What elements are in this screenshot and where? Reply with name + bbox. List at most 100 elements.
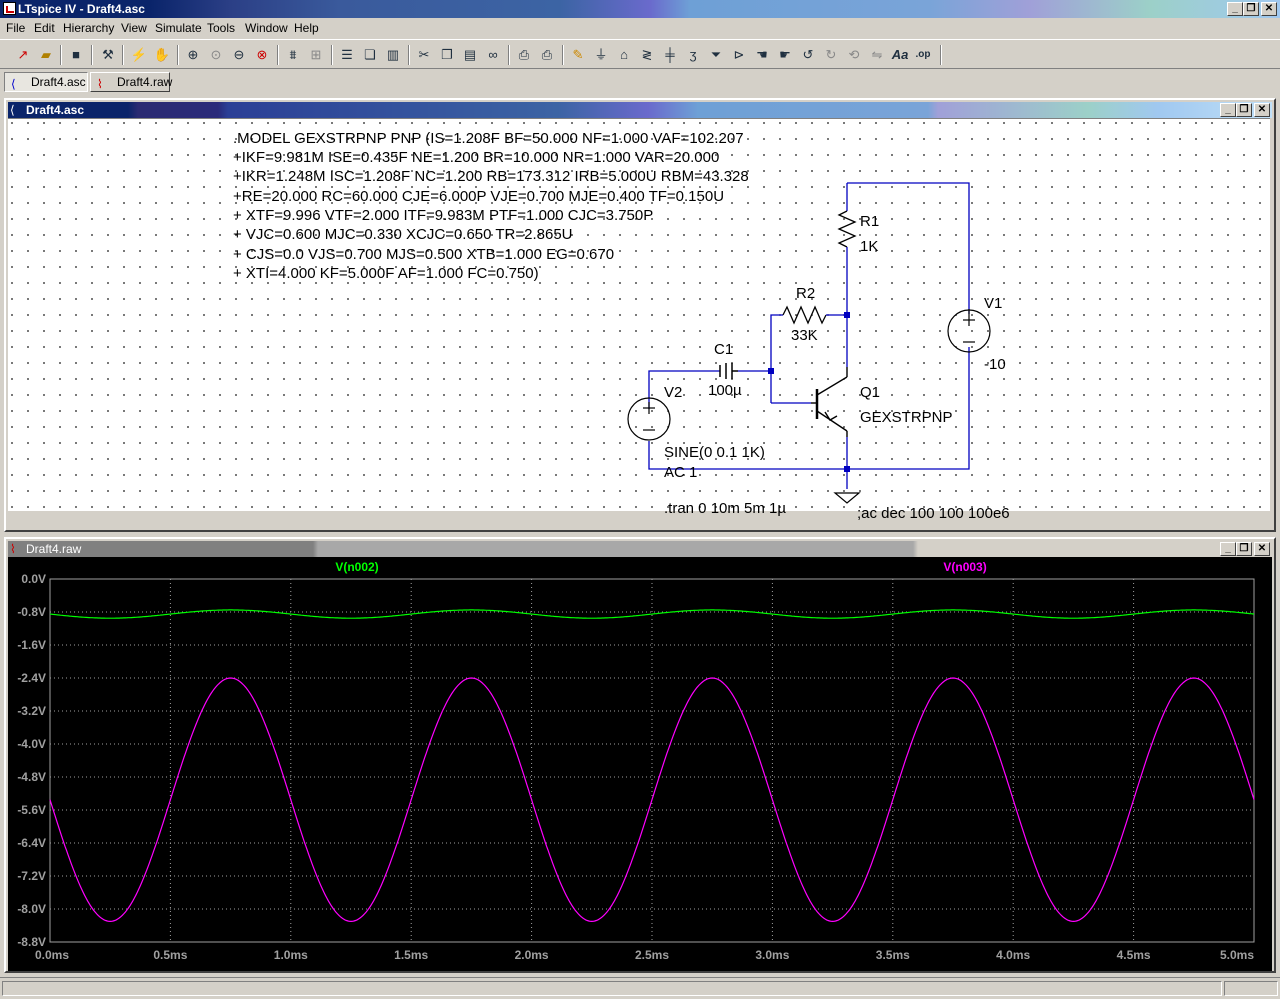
app-title-bar[interactable]: LTspice IV - Draft4.asc _ ❐ ✕: [0, 0, 1280, 18]
r2-name-label[interactable]: R2: [796, 285, 815, 302]
label-net-icon[interactable]: ⌂: [615, 46, 633, 64]
c1-value-label[interactable]: 100µ: [708, 382, 742, 399]
resistor-icon[interactable]: ≷: [638, 46, 656, 64]
waveform-close-button[interactable]: ✕: [1254, 542, 1270, 556]
ground-icon[interactable]: ⏚: [592, 46, 610, 64]
resistor-r2-symbol: [782, 305, 827, 325]
zoom-in-icon[interactable]: ⊕: [184, 46, 202, 64]
move-hand-icon[interactable]: ☚: [753, 46, 771, 64]
waveform-minimize-button[interactable]: _: [1220, 542, 1236, 556]
v2-value-label[interactable]: SINE(0 0.1 1K): [664, 444, 765, 461]
mirror-icon[interactable]: ⇋: [868, 46, 886, 64]
circuit-diagram[interactable]: [8, 119, 1270, 511]
waveform-plot[interactable]: 0.0V -0.8V -1.6V -2.4V -3.2V -4.0V -4.8V -5.6V -…: [8, 557, 1272, 971]
pan-icon[interactable]: ⊙: [207, 46, 225, 64]
draw-wire-pencil-icon[interactable]: ✎: [569, 46, 587, 64]
c1-name-label[interactable]: C1: [714, 341, 733, 358]
q1-model-label[interactable]: GEXSTRPNP: [860, 409, 953, 426]
menu-tools[interactable]: Tools: [207, 21, 235, 35]
wire: [847, 347, 970, 470]
control-panel-hammer-icon[interactable]: ⚒: [99, 46, 117, 64]
menu-simulate[interactable]: Simulate: [155, 21, 202, 35]
transistor-q1-symbol: [811, 367, 848, 437]
restore-button[interactable]: ❐: [1243, 2, 1259, 16]
capacitor-icon[interactable]: ╪: [661, 46, 679, 64]
schematic-minimize-button[interactable]: _: [1220, 103, 1236, 117]
paste-icon[interactable]: ▤: [461, 46, 479, 64]
tab-draft4-asc[interactable]: ⟨ Draft4.asc: [4, 72, 88, 92]
waveform-window-title-bar[interactable]: ⌇ Draft4.raw _ ❐ ✕: [8, 541, 1272, 557]
capacitor-c1-symbol: [719, 363, 738, 379]
menu-bar: File Edit Hierarchy View Simulate Tools …: [0, 19, 1280, 38]
zoom-out-icon[interactable]: ⊖: [230, 46, 248, 64]
x-tick-label: 0.5ms: [153, 948, 187, 962]
tile-vertical-icon[interactable]: ▥: [384, 46, 402, 64]
menu-window[interactable]: Window: [245, 21, 288, 35]
menu-help[interactable]: Help: [294, 21, 319, 35]
waveform-restore-button[interactable]: ❐: [1236, 542, 1252, 556]
redo-icon[interactable]: ↻: [822, 46, 840, 64]
rotate-icon[interactable]: ⟲: [845, 46, 863, 64]
undo-icon[interactable]: ↺: [799, 46, 817, 64]
tab-draft4-raw[interactable]: ⌇ Draft4.raw: [90, 72, 173, 92]
v1-value-label[interactable]: -10: [984, 356, 1006, 373]
component-icon[interactable]: ⊳: [730, 46, 748, 64]
inductor-icon[interactable]: ʒ: [684, 46, 702, 64]
halt-hand-icon[interactable]: ✋: [153, 46, 171, 64]
save-icon[interactable]: ■: [67, 46, 85, 64]
r2-value-label[interactable]: 33K: [791, 327, 818, 344]
toolbar: ↗ ▰ ■ ⚒ ⚡ ✋ ⊕ ⊙ ⊖ ⊗ ⩩ ⊞ ☰ ❏ ▥ ✂ ❐ ▤ ∞ ⎙ …: [0, 39, 1280, 69]
autorange-icon[interactable]: ⩩: [284, 46, 302, 64]
y-tick-label: 0.0V: [21, 572, 46, 586]
find-binoculars-icon[interactable]: ∞: [484, 46, 502, 64]
schematic-window: Draft4.asc ⟨ _ ❐ ✕ .MODEL GEXSTRPNP PNP …: [4, 98, 1276, 532]
v1-name-label[interactable]: V1: [984, 295, 1002, 312]
drag-hand-icon[interactable]: ☛: [776, 46, 794, 64]
toolbar-separator: [508, 45, 510, 65]
v2-name-label[interactable]: V2: [664, 384, 682, 401]
cascade-icon[interactable]: ❏: [361, 46, 379, 64]
tab-label: Draft4.asc: [31, 75, 86, 89]
wire: [770, 314, 783, 371]
new-schematic-icon[interactable]: ↗: [14, 46, 32, 64]
open-folder-icon[interactable]: ▰: [37, 46, 55, 64]
y-tick-label: -8.8V: [17, 935, 46, 949]
cancel-zoom-icon[interactable]: ⊞: [307, 46, 325, 64]
diode-icon[interactable]: ⏷: [707, 46, 725, 64]
trace-legend-label[interactable]: V(n002): [335, 560, 378, 574]
v2-ac-label[interactable]: AC 1: [664, 464, 697, 481]
close-button[interactable]: ✕: [1261, 2, 1277, 16]
zoom-fit-icon[interactable]: ⊗: [253, 46, 271, 64]
toolbar-separator: [122, 45, 124, 65]
print-icon[interactable]: ⎙: [538, 46, 556, 64]
menu-file[interactable]: File: [6, 21, 25, 35]
schematic-canvas[interactable]: .MODEL GEXSTRPNP PNP (IS=1.208F BF=50.00…: [8, 118, 1270, 522]
waveform-chart[interactable]: 0.0V -0.8V -1.6V -2.4V -3.2V -4.0V -4.8V -5.6V -…: [8, 557, 1272, 971]
toolbar-separator: [60, 45, 62, 65]
trace-legend-label[interactable]: V(n003): [943, 560, 986, 574]
waveform-icon: ⌇: [10, 542, 16, 556]
r1-value-label[interactable]: 1K: [860, 238, 878, 255]
menu-view[interactable]: View: [121, 21, 147, 35]
menu-edit[interactable]: Edit: [34, 21, 55, 35]
tran-directive[interactable]: .tran 0 10m 5m 1µ: [664, 500, 786, 517]
tile-horizontal-icon[interactable]: ☰: [338, 46, 356, 64]
ac-directive[interactable]: ;ac dec 100 100 100e6: [857, 505, 1010, 522]
r1-name-label[interactable]: R1: [860, 213, 879, 230]
spice-directive-icon[interactable]: .op: [914, 46, 932, 64]
tab-label: Draft4.raw: [117, 75, 173, 89]
cut-icon[interactable]: ✂: [415, 46, 433, 64]
schematic-window-title-bar[interactable]: Draft4.asc ⟨ _ ❐ ✕: [8, 102, 1272, 118]
schematic-restore-button[interactable]: ❐: [1236, 103, 1252, 117]
ltspice-app-icon[interactable]: [3, 2, 16, 15]
menu-hierarchy[interactable]: Hierarchy: [63, 21, 114, 35]
copy-icon[interactable]: ❐: [438, 46, 456, 64]
text-icon[interactable]: Aa: [891, 46, 909, 64]
run-icon[interactable]: ⚡: [130, 46, 148, 64]
minimize-button[interactable]: _: [1227, 2, 1243, 16]
print-setup-icon[interactable]: ⎙: [515, 46, 533, 64]
schematic-close-button[interactable]: ✕: [1254, 103, 1270, 117]
q1-name-label[interactable]: Q1: [860, 384, 880, 401]
schematic-icon: ⟨: [11, 77, 16, 91]
ground-symbol: [833, 492, 861, 504]
